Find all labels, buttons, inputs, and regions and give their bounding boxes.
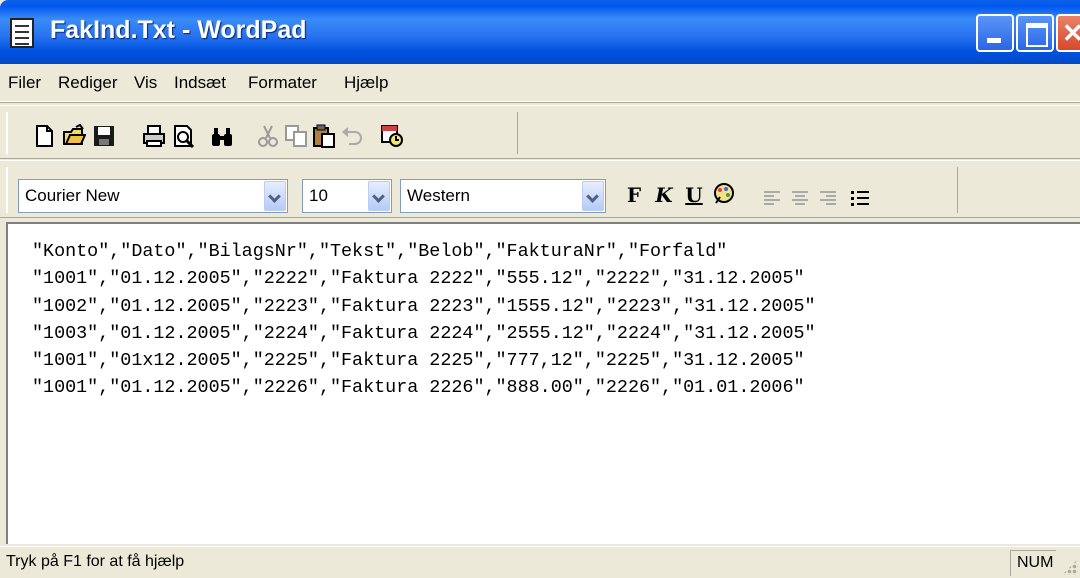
cut-icon[interactable] — [256, 124, 280, 148]
align-right-icon[interactable] — [818, 189, 838, 209]
menu-indsaet[interactable]: Indsæt — [174, 73, 226, 93]
maximize-button[interactable] — [1016, 14, 1054, 52]
resize-grip-icon[interactable] — [1062, 559, 1078, 575]
document-line: "1001","01.12.2005","2226","Faktura 2226… — [32, 377, 805, 399]
font-size-combo[interactable]: 10 — [302, 179, 392, 213]
align-center-icon[interactable] — [790, 189, 810, 209]
window-title: FakInd.Txt - WordPad — [50, 16, 307, 44]
menu-rediger[interactable]: Rediger — [58, 73, 118, 93]
align-left-icon[interactable] — [762, 189, 782, 209]
bullets-icon[interactable] — [850, 189, 870, 209]
bold-button[interactable]: F — [622, 183, 646, 207]
print-preview-icon[interactable] — [172, 124, 196, 148]
open-folder-icon[interactable] — [62, 124, 86, 148]
title-bar[interactable]: FakInd.Txt - WordPad — [0, 0, 1080, 64]
status-text: Tryk på F1 for at få hjælp — [6, 553, 185, 570]
save-icon[interactable] — [92, 124, 116, 148]
document-line: "Konto","Dato","BilagsNr","Tekst","Belob… — [32, 241, 728, 262]
font-name-combo[interactable]: Courier New — [18, 179, 288, 213]
menu-vis[interactable]: Vis — [134, 73, 157, 93]
num-lock-panel: NUM — [1010, 550, 1056, 576]
find-icon[interactable] — [210, 124, 234, 148]
font-size-value: 10 — [309, 186, 328, 205]
undo-icon[interactable] — [340, 124, 364, 148]
wordpad-document-icon[interactable] — [10, 18, 34, 48]
close-button[interactable] — [1056, 14, 1080, 52]
minimize-button[interactable] — [976, 14, 1014, 52]
menu-hjaelp[interactable]: Hjælp — [344, 73, 388, 93]
insert-date-time-icon[interactable] — [380, 124, 404, 148]
chevron-down-icon[interactable] — [582, 181, 604, 211]
menu-filer[interactable]: Filer — [8, 73, 41, 93]
document-line: "1002","01.12.2005","2223","Faktura 2223… — [32, 295, 816, 317]
italic-button[interactable]: K — [652, 183, 676, 207]
document-line: "1003","01.12.2005","2224","Faktura 2224… — [32, 322, 816, 344]
paste-icon[interactable] — [312, 124, 336, 148]
chevron-down-icon[interactable] — [368, 181, 390, 211]
new-document-icon[interactable] — [32, 124, 56, 148]
chevron-down-icon[interactable] — [264, 181, 286, 211]
color-palette-icon[interactable] — [712, 183, 736, 207]
format-toolbar: Courier New 10 Western F K U — [0, 160, 1080, 218]
num-lock-indicator: NUM — [1017, 554, 1054, 571]
copy-icon[interactable] — [284, 124, 308, 148]
wordpad-window: FakInd.Txt - WordPad Filer Rediger Vis I… — [0, 0, 1080, 578]
status-bar: Tryk på F1 for at få hjælp NUM — [0, 546, 1080, 578]
document-line: "1001","01.12.2005","2222","Faktura 2222… — [32, 268, 805, 290]
font-name-value: Courier New — [25, 186, 120, 205]
standard-toolbar — [0, 105, 1080, 159]
print-icon[interactable] — [142, 124, 166, 148]
document-line: "1001","01x12.2005","2225","Faktura 2225… — [32, 350, 805, 372]
script-value: Western — [407, 186, 470, 205]
document-area[interactable]: "Konto","Dato","BilagsNr","Tekst","Belob… — [6, 222, 1080, 544]
document-text[interactable]: "Konto","Dato","BilagsNr","Tekst","Belob… — [32, 238, 816, 402]
menu-bar: Filer Rediger Vis Indsæt Formater Hjælp — [0, 64, 1080, 102]
underline-button[interactable]: U — [682, 183, 706, 207]
script-combo[interactable]: Western — [400, 179, 606, 213]
menu-formater[interactable]: Formater — [248, 73, 317, 93]
